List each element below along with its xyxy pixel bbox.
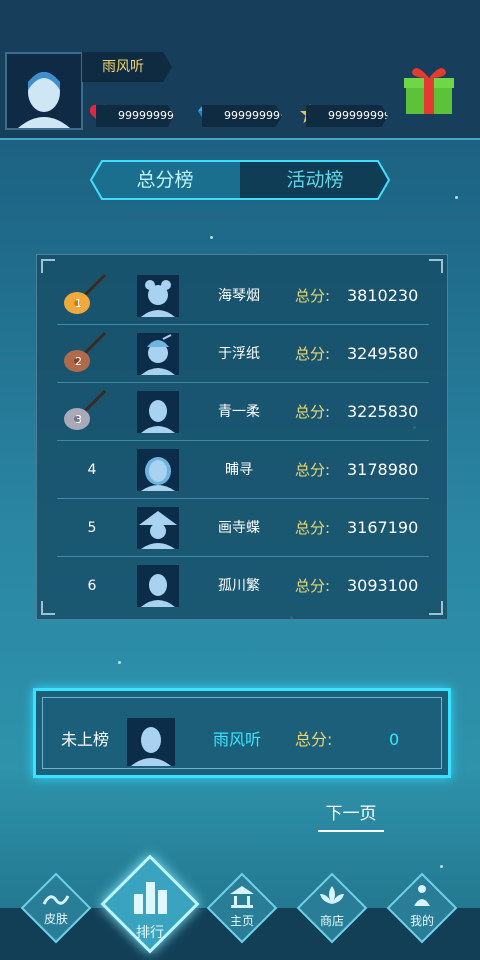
tab-event[interactable]: 活动榜 [240,160,390,200]
my-name: 雨风听 [213,730,262,749]
sparkle [210,236,213,239]
diamonds-count: 999999999 [202,105,282,127]
score-label: 总分: [295,287,331,305]
player-name: 画寺蝶 [218,520,260,536]
nav-label: 排行 [136,925,164,941]
rank-number: 4 [87,462,97,478]
leaderboard-tabs: 总分榜 活动榜 [90,160,390,200]
avatar-silhouette-icon [131,727,171,766]
score-value: 3093100 [347,576,419,595]
pavilion-icon [230,886,254,908]
score-label: 总分: [295,519,331,537]
nav-skins[interactable]: 皮肤 [18,870,94,946]
leaderboard-row[interactable]: 4 晡寻 总分: 3178980 [57,441,429,499]
score-value: 3249580 [347,344,419,363]
score-label: 总分: [295,345,331,363]
my-rank-panel: 未上榜 雨风听 总分: 0 [33,688,451,778]
avatar-silhouette-icon [141,574,175,607]
sparkle [118,661,121,664]
lotus-icon [320,886,344,904]
silver-pipa-medal-icon: 3 [64,389,107,430]
player-name: 青一柔 [218,404,260,420]
score-value: 3225830 [347,402,419,421]
nav-shop[interactable]: 商店 [294,870,370,946]
player-name: 海琴烟 [218,288,260,304]
score-label: 总分: [295,461,331,479]
corner-ornament [429,259,443,273]
my-score-label: 总分: [295,730,333,749]
score-value: 3810230 [347,286,419,305]
rank-number: 1 [75,297,82,310]
avatar-bob-hair-icon [141,457,175,491]
player-name: 孤川繁 [218,578,260,594]
avatar-silhouette-icon [18,72,70,128]
row-avatar [137,275,179,317]
rank-number: 3 [75,413,82,426]
corner-ornament [41,259,55,273]
avatar-buns-icon [141,280,175,317]
corner-ornament [429,601,443,615]
bronze-pipa-medal-icon: 2 [64,331,107,372]
nav-label: 主页 [229,914,254,928]
nav-profile[interactable]: 我的 [384,870,460,946]
next-page-button[interactable]: 下一页 [318,800,384,832]
row-avatar [137,565,179,607]
player-avatar[interactable] [5,52,83,130]
player-name: 晡寻 [225,462,253,478]
tab-total-score[interactable]: 总分榜 [90,160,240,200]
avatar-straw-hat-icon [139,511,177,549]
score-value: 3178980 [347,460,419,479]
avatar-hairpin-icon [141,334,175,375]
meditation-icon [414,885,430,906]
nav-home[interactable]: 主页 [204,870,280,946]
nav-ranking[interactable]: 排行 [98,852,202,956]
row-avatar [137,449,179,491]
row-avatar [137,333,179,375]
player-header: 雨风听 999999999 999999999 999999999 [0,0,480,140]
hearts-count: 999999999 [96,105,174,127]
rank-number: 6 [87,578,97,594]
nav-label: 我的 [409,914,434,928]
bar-chart-icon [134,882,167,914]
leaderboard-row[interactable]: 6 孤川繁 总分: 3093100 [57,557,429,615]
score-label: 总分: [295,403,331,421]
nav-label: 商店 [319,914,344,928]
row-avatar [137,507,179,549]
leaderboard-row[interactable]: 1 海琴烟 总分: 3810230 [57,267,429,325]
nav-label: 皮肤 [43,912,68,926]
my-score-value: 0 [389,730,400,749]
my-rank-inner-frame: 未上榜 雨风听 总分: 0 [42,697,442,769]
player-name: 雨风听 [82,52,172,82]
gold-pipa-medal-icon: 1 [64,273,107,314]
rank-number: 2 [75,355,82,368]
gift-icon[interactable] [402,62,456,116]
row-avatar [137,391,179,433]
avatar-silhouette-icon [141,400,175,433]
my-rank-status: 未上榜 [61,730,110,749]
rank-number: 5 [87,520,97,536]
score-value: 3167190 [347,518,419,537]
sparkle [440,865,443,868]
wave-icon [42,895,70,905]
my-avatar [127,718,175,766]
leaderboard-row[interactable]: 2 于浮纸 总分: 3249580 [57,325,429,383]
score-label: 总分: [295,577,331,595]
stars-count: 999999999 [306,105,388,127]
leaderboard-panel: 1 海琴烟 总分: 3810230 2 于浮纸 总分: 3249580 3 青一… [36,254,448,620]
sparkle [455,196,458,199]
corner-ornament [41,601,55,615]
leaderboard-row[interactable]: 3 青一柔 总分: 3225830 [57,383,429,441]
player-name: 于浮纸 [218,346,260,362]
leaderboard-row[interactable]: 5 画寺蝶 总分: 3167190 [57,499,429,557]
